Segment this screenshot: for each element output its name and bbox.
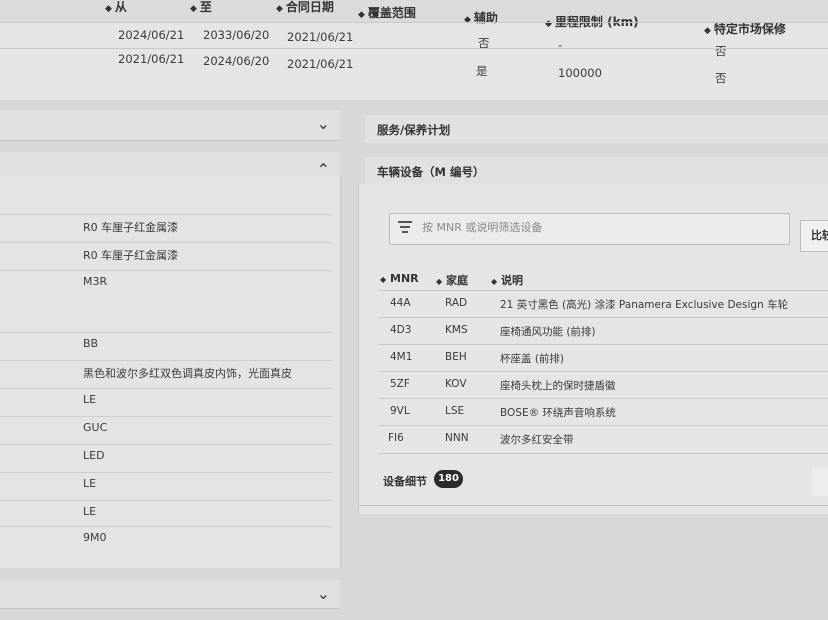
section-title: 车辆设备（M 编号）	[377, 165, 485, 179]
cell-description: BOSE® 环绕声音响系统	[500, 407, 616, 419]
list-item: GUC	[0, 416, 332, 445]
table-row[interactable]: FI6 NNN 波尔多红安全带	[378, 425, 828, 454]
list-item: R0 车厘子红金属漆	[0, 242, 332, 271]
vehicle-attribute-list: R0 车厘子红金属漆 R0 车厘子红金属漆 M3R BB 黑色和波尔多红双色调真…	[0, 176, 341, 568]
cell-mnr: 5ZF	[390, 378, 410, 390]
service-plan-section[interactable]: 服务/保养计划	[365, 115, 828, 143]
cell-market-specific: 否	[715, 71, 727, 85]
equipment-filter-field[interactable]	[389, 213, 790, 245]
cell-to: 2033/06/20	[203, 28, 270, 42]
cell-description: 杯座盖 (前排)	[500, 353, 565, 365]
cell-family: BEH	[445, 351, 467, 363]
sort-icon: ◆	[436, 277, 443, 286]
list-item: M3R	[0, 270, 332, 333]
count-badge: 180	[434, 470, 463, 488]
chevron-down-icon[interactable]: ⌄	[317, 114, 330, 133]
column-header-to[interactable]: ◆ 至	[190, 0, 212, 15]
cell-mnr: 9VL	[390, 405, 410, 417]
cell-contract-date: 2021/06/21	[287, 30, 354, 44]
cell-family: KMS	[445, 324, 468, 336]
collapsed-section-bar[interactable]: ⌄	[0, 580, 340, 609]
cell-mnr: 4D3	[390, 324, 412, 336]
column-header-family[interactable]: ◆ 家庭	[436, 272, 468, 288]
cell-description: 座椅通风功能 (前排)	[500, 326, 596, 338]
column-header-coverage[interactable]: ◆ 覆盖范围	[358, 4, 416, 21]
divider	[358, 505, 828, 506]
sort-icon: ◆	[491, 277, 498, 286]
sort-icon: ◆	[358, 10, 365, 20]
cell-auxiliary: 是	[476, 64, 488, 78]
cell-family: KOV	[445, 378, 467, 390]
column-header-mnr[interactable]: ◆ MNR	[380, 272, 419, 285]
column-header-contract-date[interactable]: ◆ 合同日期	[276, 0, 334, 15]
cell-description: 座椅头枕上的保时捷盾徽	[500, 380, 616, 392]
list-item: LE	[0, 472, 332, 501]
table-row[interactable]: 44A RAD 21 英寸黑色 (高光) 涂漆 Panamera Exclusi…	[378, 290, 828, 318]
table-row[interactable]: 4M1 BEH 杯座盖 (前排)	[378, 344, 828, 372]
list-item: LE	[0, 500, 332, 527]
table-row[interactable]: 4D3 KMS 座椅通风功能 (前排)	[378, 317, 828, 345]
list-item: 9M0	[0, 526, 332, 557]
chevron-down-icon[interactable]: ⌄	[317, 584, 330, 603]
sort-icon: ◆	[190, 4, 197, 14]
list-item: R0 车厘子红金属漆	[0, 214, 332, 243]
cell-family: RAD	[445, 297, 468, 309]
cell-description: 波尔多红安全带	[500, 434, 574, 446]
cell-description: 21 英寸黑色 (高光) 涂漆 Panamera Exclusive Desig…	[500, 299, 789, 311]
cell-contract-date: 2021/06/21	[287, 57, 354, 71]
cell-mnr: FI6	[388, 432, 404, 444]
cell-to: 2024/06/20	[203, 54, 270, 68]
sort-icon: ◆	[276, 4, 283, 14]
list-item: LED	[0, 444, 332, 473]
filter-icon	[398, 221, 412, 236]
table-row[interactable]: 9VL LSE BOSE® 环绕声音响系统	[378, 398, 828, 426]
equipment-filter-input[interactable]	[420, 220, 784, 235]
cell-from: 2024/06/21	[118, 28, 185, 42]
warranty-table-header: ◆ 从 ◆ 至 ◆ 合同日期 ◆ 覆盖范围 ◆ 辅助 ◆ 里程限制 (km) ◆ 特定市场保修	[0, 0, 828, 36]
list-item: 黑色和波尔多红双色调真皮内饰，光面真皮	[0, 360, 332, 389]
column-header-from[interactable]: ◆ 从	[105, 0, 127, 15]
cell-mnr: 44A	[390, 297, 411, 309]
cell-family: NNN	[445, 432, 469, 444]
cell-from: 2021/06/21	[118, 52, 185, 66]
section-title: 服务/保养计划	[377, 123, 451, 137]
cell-family: LSE	[445, 405, 465, 417]
equipment-section-header[interactable]: 车辆设备（M 编号）	[365, 157, 828, 184]
table-row[interactable]: 5ZF KOV 座椅头枕上的保时捷盾徽	[378, 371, 828, 399]
cell-mnr: 4M1	[390, 351, 413, 363]
cell-mileage-limit: 100000	[558, 66, 602, 80]
side-panel-edge	[812, 468, 828, 496]
sort-icon: ◆	[105, 4, 112, 14]
compare-button[interactable]: 比较	[800, 220, 828, 252]
collapsed-section-bar[interactable]: ⌄	[0, 110, 340, 141]
table-row: 2021/06/21 2024/06/20 2021/06/21 是 10000…	[0, 48, 828, 94]
list-item: LE	[0, 388, 332, 417]
list-item: BB	[0, 332, 332, 361]
column-header-description[interactable]: ◆ 说明	[491, 272, 523, 288]
equipment-details-label[interactable]: 设备细节	[383, 473, 427, 489]
sort-icon: ◆	[380, 275, 387, 284]
warranty-table: ◆ 从 ◆ 至 ◆ 合同日期 ◆ 覆盖范围 ◆ 辅助 ◆ 里程限制 (km) ◆ 特定市场保修…	[0, 0, 828, 100]
table-row: 2024/06/21 2033/06/20 2021/06/21 否 - 否	[0, 22, 828, 58]
